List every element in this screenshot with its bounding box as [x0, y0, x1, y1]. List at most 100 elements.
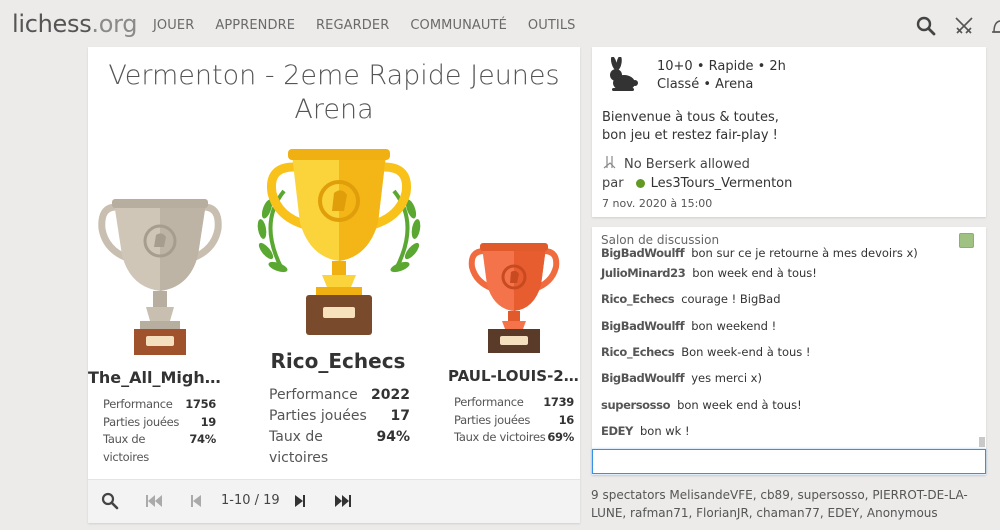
- description-line: Bienvenue à tous & toutes,: [602, 110, 779, 125]
- stat-value: 94%: [376, 429, 410, 445]
- podium-first-name[interactable]: Rico_Echecs: [248, 349, 428, 373]
- stat-games: Parties jouées 19: [103, 414, 216, 432]
- chat-username[interactable]: Rico_Echecs: [601, 345, 675, 359]
- tournament-type: Classé • Arena: [657, 77, 754, 92]
- nav-play[interactable]: JOUER: [153, 18, 194, 33]
- bronze-trophy-icon: [468, 243, 560, 353]
- stat-value: 17: [390, 408, 410, 424]
- podium-first-stats: Performance 2022 Parties jouées 17 Taux de…: [269, 385, 410, 469]
- stat-value: 69%: [547, 430, 574, 444]
- tournament-info-card: 10+0 • Rapide • 2h Classé • Arena Bienve…: [592, 47, 986, 217]
- stat-label: Taux de victoires: [269, 429, 329, 466]
- chat-scrollbar[interactable]: [979, 437, 985, 447]
- stat-label: Parties jouées: [103, 414, 180, 429]
- description-line: bon jeu et restez fair-play !: [602, 128, 778, 143]
- chat-username[interactable]: JulioMinard23: [601, 266, 686, 280]
- logo-text: lichess: [12, 10, 92, 38]
- chat-username[interactable]: BigBadWoulff: [601, 246, 685, 260]
- nav-watch[interactable]: REGARDER: [316, 18, 389, 33]
- chat-username[interactable]: BigBadWoulff: [601, 319, 685, 333]
- chat-username[interactable]: EDEY: [601, 424, 633, 438]
- stat-label: Taux de victoires: [103, 432, 149, 464]
- site-logo[interactable]: lichess.org: [12, 10, 138, 38]
- search-icon[interactable]: [101, 492, 119, 514]
- berserk-note: No Berserk allowed: [602, 155, 750, 173]
- stat-value: 2022: [371, 387, 410, 403]
- chat-message: supersosso bon week end à tous!: [601, 391, 971, 417]
- chat-text: bon week end à tous!: [677, 397, 802, 412]
- nav-community[interactable]: COMMUNAUTÉ: [410, 18, 507, 33]
- online-status-dot: [635, 179, 645, 188]
- prev-page-icon[interactable]: [189, 492, 203, 514]
- no-berserk-icon: [602, 155, 620, 173]
- last-page-icon[interactable]: [333, 492, 353, 514]
- podium: Rico_Echecs The_All_Mighty... PAUL-LOUIS…: [88, 47, 580, 467]
- organizer-prefix: par: [602, 176, 624, 191]
- chat-text: bon sur ce je retourne à mes devoirs x): [691, 246, 918, 260]
- page-range: 1-10 / 19: [221, 493, 280, 508]
- stat-label: Parties jouées: [269, 408, 367, 424]
- top-bar: lichess.org JOUER APPRENDRE REGARDER COM…: [0, 0, 1000, 50]
- stat-games: Parties jouées 17: [269, 406, 410, 427]
- chat-text: yes merci x): [691, 371, 762, 386]
- search-icon[interactable]: [916, 16, 936, 36]
- chat-text: bon wk !: [640, 423, 690, 438]
- chat-input[interactable]: [592, 449, 986, 474]
- stat-performance: Performance 1756: [103, 396, 216, 414]
- first-page-icon[interactable]: [144, 492, 164, 514]
- chat-toggle-checkbox[interactable]: [959, 233, 974, 248]
- chat-panel: BigBadWoulff bon sur ce je retourne à me…: [592, 227, 986, 475]
- stat-label: Parties jouées: [454, 412, 531, 427]
- stat-label: Performance: [103, 397, 173, 411]
- chat-text: Bon week-end à tous !: [681, 345, 811, 360]
- chat-message: JulioMinard23 bon week end à tous!: [601, 260, 971, 286]
- chat-text: courage ! BigBad: [681, 292, 781, 307]
- rabbit-icon: [606, 56, 640, 97]
- stat-value: 74%: [189, 432, 216, 446]
- chat-text: bon weekend !: [691, 318, 777, 333]
- bell-icon[interactable]: [990, 16, 1000, 36]
- stat-value: 19: [200, 414, 217, 429]
- chat-message: BigBadWoulff bon weekend !: [601, 313, 971, 339]
- chat-messages[interactable]: BigBadWoulff bon sur ce je retourne à me…: [601, 246, 971, 444]
- berserk-text: No Berserk allowed: [624, 156, 750, 172]
- time-control: 10+0 • Rapide • 2h: [657, 59, 786, 74]
- next-page-icon[interactable]: [293, 492, 307, 514]
- tournament-date: 7 nov. 2020 à 15:00: [602, 197, 713, 210]
- swords-icon[interactable]: [954, 16, 974, 36]
- organizer-link[interactable]: Les3Tours_Vermenton: [651, 176, 793, 191]
- gold-trophy-icon: [257, 149, 421, 335]
- stat-performance: Performance 2022: [269, 385, 410, 406]
- stat-value: 1739: [543, 395, 574, 409]
- stat-label: Performance: [454, 395, 524, 409]
- stat-games: Parties jouées 16: [454, 412, 574, 430]
- podium-second-name[interactable]: The_All_Mighty...: [88, 368, 224, 387]
- chat-title: Salon de discussion: [601, 233, 720, 247]
- stat-value: 1756: [185, 397, 216, 411]
- chat-message: BigBadWoulff yes merci x): [601, 365, 971, 391]
- chat-message: Rico_Echecs Bon week-end à tous !: [601, 339, 971, 365]
- stat-label: Taux de victoires: [454, 430, 546, 444]
- stat-winrate: Taux de victoires 94%: [269, 427, 410, 469]
- podium-third-stats: Performance 1739 Parties jouées 16 Taux de…: [454, 394, 574, 447]
- organizer: par Les3Tours_Vermenton: [602, 176, 792, 191]
- stat-winrate: Taux de victoires 74%: [103, 431, 216, 466]
- stat-performance: Performance 1739: [454, 394, 574, 412]
- standings-pager: 1-10 / 19: [88, 479, 580, 523]
- main-nav: JOUER APPRENDRE REGARDER COMMUNAUTÉ OUTI…: [153, 18, 597, 33]
- podium-third-name[interactable]: PAUL-LOUIS-2-R...: [448, 367, 580, 385]
- chat-username[interactable]: Rico_Echecs: [601, 292, 675, 306]
- tournament-description: Bienvenue à tous & toutes, bon jeu et re…: [602, 109, 779, 145]
- chat-username[interactable]: supersosso: [601, 398, 670, 412]
- podium-second-stats: Performance 1756 Parties jouées 19 Taux de…: [103, 396, 216, 466]
- tournament-card: Vermenton - 2eme Rapide Jeunes Arena Ric…: [88, 47, 580, 523]
- stat-value: 16: [558, 412, 575, 427]
- stat-label: Performance: [269, 387, 358, 403]
- silver-trophy-icon: [98, 199, 222, 355]
- nav-tools[interactable]: OUTILS: [528, 18, 576, 33]
- spectators-list: 9 spectators MelisandeVFE, cb89, superso…: [591, 488, 968, 520]
- stat-winrate: Taux de victoires 69%: [454, 429, 574, 447]
- chat-username[interactable]: BigBadWoulff: [601, 371, 685, 385]
- chat-message: Rico_Echecs courage ! BigBad: [601, 286, 971, 312]
- nav-learn[interactable]: APPRENDRE: [215, 18, 295, 33]
